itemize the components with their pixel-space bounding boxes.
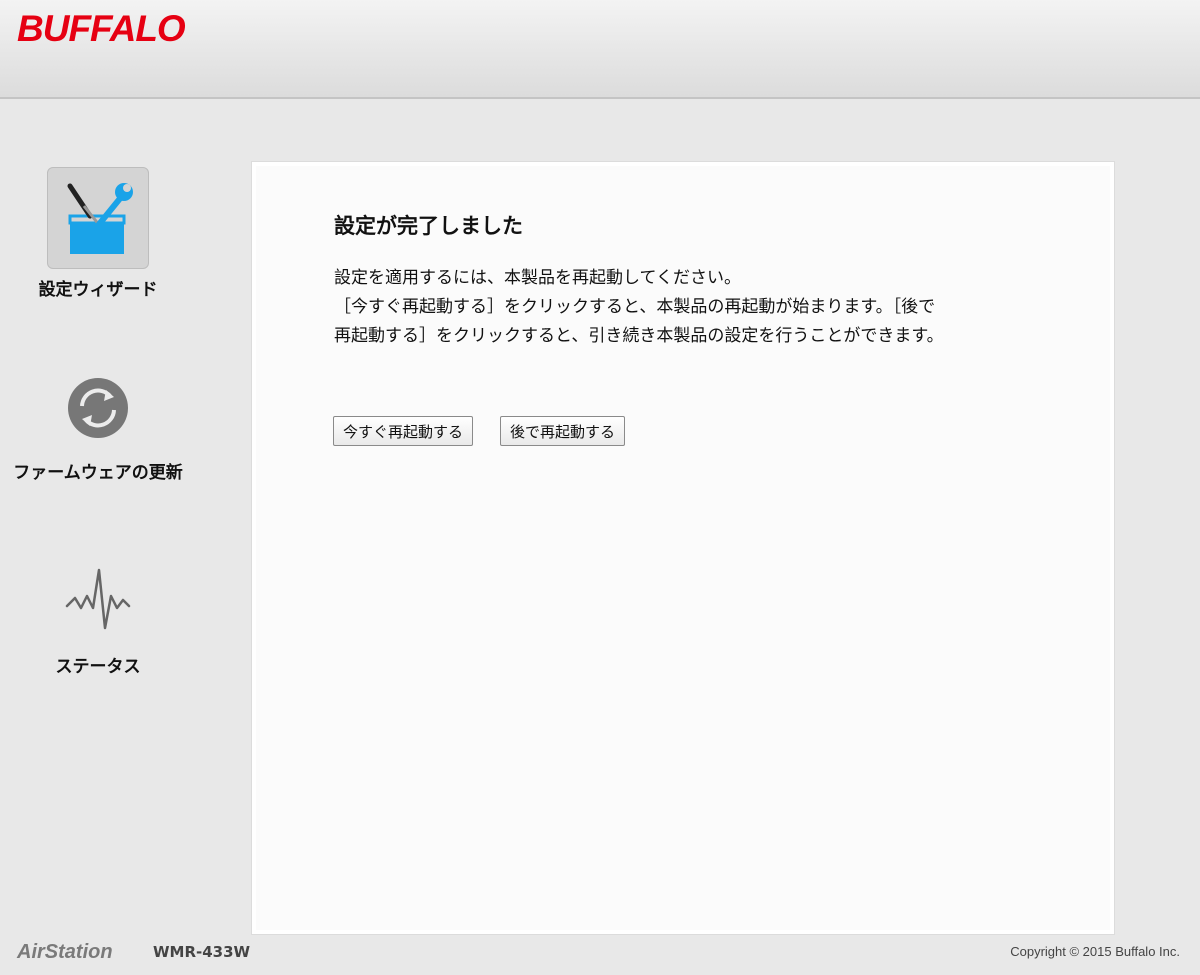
pulse-icon bbox=[65, 568, 131, 630]
header: BUFFALO bbox=[0, 0, 1200, 99]
toolbox-wrench-icon bbox=[67, 183, 133, 254]
page-title: 設定が完了しました bbox=[334, 214, 523, 238]
sidebar-item-firmware-update[interactable]: ファームウェアの更新 bbox=[0, 376, 196, 483]
copyright: Copyright © 2015 Buffalo Inc. bbox=[1010, 944, 1180, 959]
model-name: WMR-433W bbox=[153, 943, 251, 961]
message-line: 設定を適用するには、本製品を再起動してください。 bbox=[334, 268, 741, 288]
sidebar-item-label: ステータス bbox=[55, 657, 141, 677]
message-line: ［今すぐ再起動する］をクリックすると、本製品の再起動が始まります。［後で bbox=[334, 297, 936, 317]
refresh-circle-icon bbox=[68, 378, 128, 438]
restart-later-button[interactable]: 後で再起動する bbox=[500, 416, 626, 446]
message-line: 再起動する］をクリックすると、引き続き本製品の設定を行うことができます。 bbox=[334, 326, 944, 346]
wizard-icon-tile[interactable] bbox=[47, 167, 149, 269]
sidebar-item-setup-wizard[interactable]: 設定ウィザード bbox=[0, 167, 196, 300]
airstation-logo: AirStation bbox=[17, 941, 113, 963]
main-panel: 設定が完了しました 設定を適用するには、本製品を再起動してください。 ［今すぐ再… bbox=[252, 162, 1114, 934]
restart-now-button[interactable]: 今すぐ再起動する bbox=[333, 416, 474, 446]
completion-message: 設定を適用するには、本製品を再起動してください。 ［今すぐ再起動する］をクリック… bbox=[334, 264, 1074, 351]
sidebar-item-label: ファームウェアの更新 bbox=[13, 463, 183, 483]
sidebar-item-label: 設定ウィザード bbox=[38, 280, 158, 300]
sidebar-item-status[interactable]: ステータス bbox=[0, 566, 196, 677]
buffalo-logo[interactable]: BUFFALO bbox=[17, 8, 186, 50]
